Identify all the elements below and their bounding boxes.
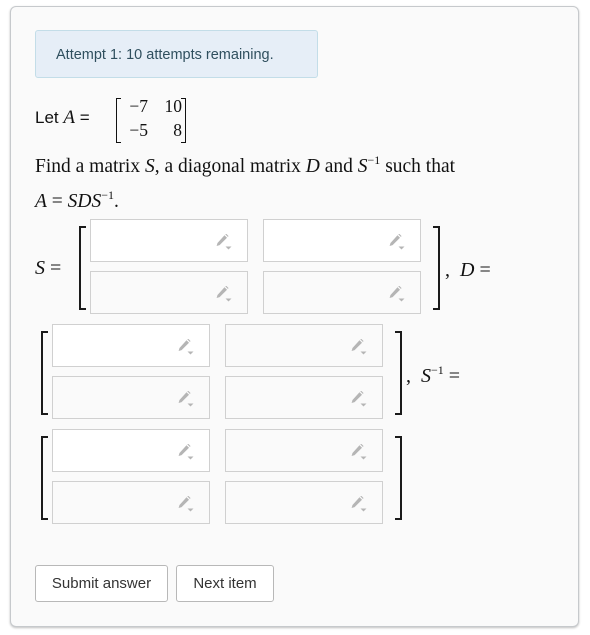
statement-text: and <box>319 156 358 177</box>
statement-text: such that <box>380 156 456 177</box>
var-d: D <box>305 156 320 177</box>
question-card <box>10 6 579 627</box>
submit-answer-button[interactable]: Submit answer <box>35 565 168 602</box>
s-matrix-input-1-2[interactable] <box>263 219 421 262</box>
next-item-button[interactable]: Next item <box>176 565 274 602</box>
statement-text: , a diagonal matrix <box>154 156 306 177</box>
matrix-a: −7 10 −5 8 <box>112 96 220 144</box>
s-inverse-matrix-input-1-2[interactable] <box>225 429 383 472</box>
s-inverse-matrix-input-2-2[interactable] <box>225 481 383 524</box>
matrix-a-right-bracket <box>181 98 186 143</box>
sds-product: SDS <box>67 191 102 212</box>
inverse-superscript: −1 <box>101 188 115 202</box>
equals-sign: = <box>79 108 90 127</box>
matrix-a-cell: 8 <box>173 120 182 140</box>
pencil-dropdown-icon[interactable] <box>177 390 195 407</box>
d-matrix-input-1-2[interactable] <box>225 324 383 367</box>
s-matrix-right-bracket <box>433 226 440 310</box>
matrix-a-cell: 10 <box>164 96 183 116</box>
pencil-dropdown-icon[interactable] <box>388 285 406 302</box>
d-matrix-input-1-1[interactable] <box>52 324 210 367</box>
d-matrix-right-bracket <box>395 331 402 415</box>
s-inverse-label: , S−1 = <box>406 363 460 388</box>
s-label: S = <box>35 257 61 280</box>
s-inverse-matrix-input-1-1[interactable] <box>52 429 210 472</box>
var-s: S <box>357 156 368 177</box>
equals-sign: = <box>45 257 62 279</box>
pencil-dropdown-icon[interactable] <box>177 443 195 460</box>
inverse-superscript: −1 <box>367 153 381 167</box>
d-label: , D = <box>445 259 491 282</box>
pencil-dropdown-icon[interactable] <box>388 233 406 250</box>
comma: , <box>445 259 450 281</box>
var-s: S <box>35 257 45 279</box>
inverse-superscript: −1 <box>431 363 444 377</box>
var-d: D <box>460 259 475 281</box>
d-matrix-left-bracket <box>41 331 48 415</box>
equals-sign: = <box>474 259 491 281</box>
matrix-a-cell: −7 <box>129 96 148 116</box>
d-matrix-input-2-1[interactable] <box>52 376 210 419</box>
s-matrix-input-1-1[interactable] <box>90 219 248 262</box>
let-text: Let <box>35 108 59 127</box>
s-inverse-matrix-input-2-1[interactable] <box>52 481 210 524</box>
var-s: S <box>144 156 155 177</box>
pencil-dropdown-icon[interactable] <box>215 285 233 302</box>
s-matrix-left-bracket <box>79 226 86 310</box>
d-matrix-input-2-2[interactable] <box>225 376 383 419</box>
pencil-dropdown-icon[interactable] <box>350 338 368 355</box>
statement-text: Find a matrix <box>35 156 145 177</box>
pencil-dropdown-icon[interactable] <box>215 233 233 250</box>
s-inverse-matrix-right-bracket <box>395 436 402 520</box>
pencil-dropdown-icon[interactable] <box>350 495 368 512</box>
matrix-a-cell: −5 <box>129 120 148 140</box>
pencil-dropdown-icon[interactable] <box>350 443 368 460</box>
pencil-dropdown-icon[interactable] <box>350 390 368 407</box>
pencil-dropdown-icon[interactable] <box>177 338 195 355</box>
attempt-banner: Attempt 1: 10 attempts remaining. <box>35 30 318 78</box>
equals-sign: = <box>46 191 68 212</box>
period: . <box>114 191 119 212</box>
var-s: S <box>421 365 431 387</box>
var-a: A <box>35 191 47 212</box>
pencil-dropdown-icon[interactable] <box>177 495 195 512</box>
problem-statement: Find a matrix S, a diagonal matrix D and… <box>35 146 555 216</box>
s-matrix-input-2-2[interactable] <box>263 271 421 314</box>
equals-sign: = <box>443 365 461 387</box>
comma: , <box>406 365 411 387</box>
s-matrix-input-2-1[interactable] <box>90 271 248 314</box>
var-a: A <box>63 107 75 128</box>
s-inverse-matrix-left-bracket <box>41 436 48 520</box>
